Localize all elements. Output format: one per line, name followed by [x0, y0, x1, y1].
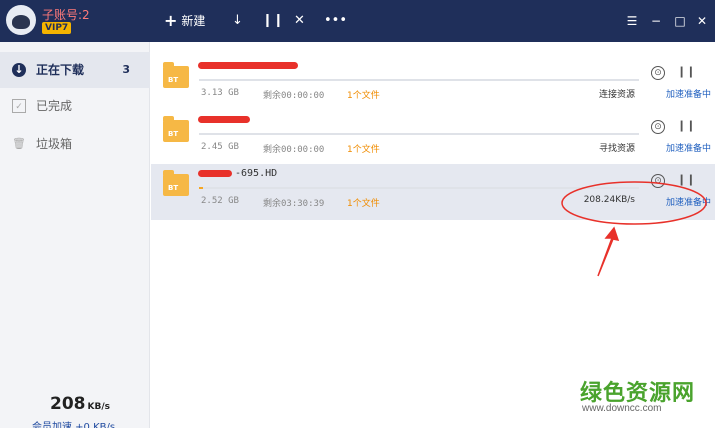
- task-size: 2.52 GB: [201, 196, 239, 206]
- close-icon[interactable]: ✕: [294, 12, 305, 30]
- vip-badge: VIP7: [42, 22, 72, 34]
- pause-icon[interactable]: ❙❙: [262, 12, 284, 30]
- title-bar: 子账号:2 VIP7 + 新建 ↓ ❙❙ ✕ ••• ☰ − □ ✕: [0, 0, 715, 42]
- check-box-icon: ✓: [12, 99, 26, 113]
- task-size: 3.13 GB: [201, 88, 239, 98]
- maximize-icon[interactable]: □: [672, 12, 688, 30]
- task-name: -695.HD: [235, 168, 278, 179]
- speed-unit: KB/s: [87, 402, 110, 412]
- task-status: 连接资源: [598, 90, 635, 100]
- window-close-icon[interactable]: ✕: [694, 12, 710, 30]
- progress-bar: [199, 133, 639, 135]
- sidebar-item-label: 垃圾箱: [36, 137, 73, 151]
- total-speed: 208 KB/s: [50, 394, 110, 414]
- task-row[interactable]: BT 2.45 GB 剩余00:00:00 1个文件 寻找资源 加速准备中 ⊙ …: [151, 110, 715, 166]
- new-task-label: 新建: [181, 14, 206, 28]
- arrow-down-icon[interactable]: ↓: [232, 12, 243, 30]
- menu-icon[interactable]: ☰: [624, 12, 640, 30]
- watermark-url: www.downcc.com: [582, 403, 662, 414]
- bt-file-icon: BT: [163, 170, 189, 196]
- pause-icon[interactable]: ❙❙: [677, 66, 695, 80]
- account-label: 子账号:2: [42, 8, 90, 22]
- speed-value: 208: [50, 394, 86, 414]
- task-remaining: 剩余00:00:00: [263, 91, 325, 101]
- bt-file-icon: BT: [163, 62, 189, 88]
- pause-icon[interactable]: ❙❙: [677, 120, 695, 134]
- task-row[interactable]: BT -695.HD 2.52 GB 剩余03:30:39 1个文件 208.2…: [151, 164, 715, 220]
- sidebar-item-count: 3: [122, 63, 130, 76]
- task-remaining: 剩余03:30:39: [263, 199, 325, 209]
- task-accel[interactable]: 加速准备中: [666, 141, 711, 154]
- task-accel[interactable]: 加速准备中: [666, 87, 711, 100]
- download-manager-window: 子账号:2 VIP7 + 新建 ↓ ❙❙ ✕ ••• ☰ − □ ✕ ↓ 正在下载…: [0, 0, 715, 428]
- sidebar-item-completed[interactable]: ✓ 已完成: [0, 88, 150, 124]
- progress-bar: [199, 187, 639, 189]
- task-accel[interactable]: 加速准备中: [666, 195, 711, 208]
- task-size: 2.45 GB: [201, 142, 239, 152]
- vip-speed-link[interactable]: 会员加速 +0 KB/s: [32, 418, 115, 428]
- task-row[interactable]: BT 3.13 GB 剩余00:00:00 1个文件 连接资源 加速准备中 ⊙ …: [151, 56, 715, 112]
- task-files[interactable]: 1个文件: [347, 142, 380, 155]
- progress-bar: [199, 79, 639, 81]
- more-icon[interactable]: •••: [324, 12, 347, 30]
- open-folder-icon[interactable]: ⊙: [651, 120, 665, 134]
- task-status: 寻找资源: [598, 144, 635, 154]
- redacted-name: [198, 62, 298, 69]
- pause-icon[interactable]: ❙❙: [677, 174, 695, 188]
- task-files[interactable]: 1个文件: [347, 88, 380, 101]
- task-files[interactable]: 1个文件: [347, 196, 380, 209]
- redacted-name: [198, 170, 232, 177]
- task-status: 208.24KB/s: [583, 195, 635, 205]
- sidebar-item-downloading[interactable]: ↓ 正在下载 3: [0, 52, 150, 88]
- minimize-icon[interactable]: −: [648, 12, 664, 30]
- new-task-button[interactable]: + 新建: [164, 12, 205, 30]
- sidebar-item-label: 已完成: [36, 99, 73, 113]
- download-circle-icon: ↓: [12, 63, 26, 77]
- avatar[interactable]: [6, 5, 36, 35]
- annotation-arrow: [597, 226, 620, 277]
- plus-icon: +: [164, 11, 178, 30]
- bt-file-icon: BT: [163, 116, 189, 142]
- sidebar: ↓ 正在下载 3 ✓ 已完成 🗑 垃圾箱 208 KB/s 会员加速 +0 KB/…: [0, 42, 150, 428]
- open-folder-icon[interactable]: ⊙: [651, 66, 665, 80]
- sidebar-item-label: 正在下载: [36, 63, 85, 77]
- sidebar-item-trash[interactable]: 🗑 垃圾箱: [0, 126, 150, 162]
- redacted-name: [198, 116, 250, 123]
- task-remaining: 剩余00:00:00: [263, 145, 325, 155]
- open-folder-icon[interactable]: ⊙: [651, 174, 665, 188]
- trash-icon: 🗑: [12, 137, 26, 150]
